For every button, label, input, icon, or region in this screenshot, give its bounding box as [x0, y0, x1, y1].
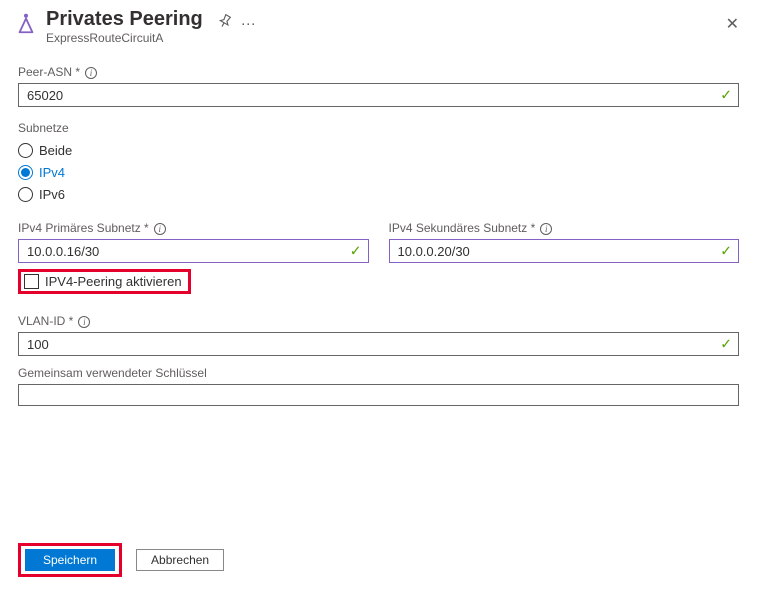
subnet-fields-row: IPv4 Primäres Subnetz i 10.0.0.16/30 ✓ I… [18, 211, 739, 263]
check-icon: ✓ [720, 87, 732, 104]
radio-both-label: Beide [39, 143, 72, 158]
title-group: Privates Peering ExpressRouteCircuitA [46, 8, 203, 45]
title-actions: ··· [217, 14, 256, 32]
shared-key-label: Gemeinsam verwendeter Schlüssel [18, 366, 739, 380]
radio-ipv6-label: IPv6 [39, 187, 65, 202]
primary-subnet-input[interactable]: 10.0.0.16/30 ✓ [18, 239, 369, 263]
secondary-subnet-input[interactable]: 10.0.0.20/30 ✓ [389, 239, 740, 263]
vlan-label: VLAN-ID [18, 314, 73, 328]
info-icon[interactable]: i [540, 223, 552, 235]
radio-ipv6[interactable]: IPv6 [18, 183, 739, 205]
info-icon[interactable]: i [85, 67, 97, 79]
secondary-label-row: IPv4 Sekundäres Subnetz i [389, 211, 740, 239]
peer-asn-value: 65020 [27, 88, 63, 103]
peer-asn-label: Peer-ASN [18, 65, 80, 79]
radio-ipv4[interactable]: IPv4 [18, 161, 739, 183]
save-button[interactable]: Speichern [25, 549, 115, 571]
peer-asn-input[interactable]: 65020 ✓ [18, 83, 739, 107]
info-icon[interactable]: i [78, 316, 90, 328]
vlan-value: 100 [27, 337, 49, 352]
vlan-label-row: VLAN-ID i [18, 304, 739, 332]
page-subtitle: ExpressRouteCircuitA [46, 31, 203, 45]
check-icon: ✓ [350, 243, 362, 260]
page-title: Privates Peering [46, 8, 203, 30]
peer-asn-label-row: Peer-ASN i [18, 55, 739, 83]
app-icon [12, 10, 40, 38]
more-icon[interactable]: ··· [241, 15, 256, 32]
enable-ipv4-label: IPV4-Peering aktivieren [45, 274, 182, 289]
check-icon: ✓ [720, 336, 732, 353]
primary-subnet-value: 10.0.0.16/30 [27, 244, 99, 259]
check-icon: ✓ [720, 243, 732, 260]
primary-label-row: IPv4 Primäres Subnetz i [18, 211, 369, 239]
close-icon[interactable]: ✕ [726, 14, 739, 34]
pin-icon[interactable] [213, 12, 234, 35]
info-icon[interactable]: i [154, 223, 166, 235]
radio-both[interactable]: Beide [18, 139, 739, 161]
secondary-subnet-value: 10.0.0.20/30 [398, 244, 470, 259]
cancel-button[interactable]: Abbrechen [136, 549, 224, 571]
blade-header: Privates Peering ExpressRouteCircuitA ··… [0, 0, 757, 49]
radio-ipv4-label: IPv4 [39, 165, 65, 180]
secondary-subnet-label: IPv4 Sekundäres Subnetz [389, 221, 536, 235]
enable-ipv4-checkbox[interactable] [24, 274, 39, 289]
footer-actions: Speichern Abbrechen [18, 543, 224, 577]
shared-key-input[interactable] [18, 384, 739, 406]
save-highlight: Speichern [18, 543, 122, 577]
subnets-label: Subnetze [18, 121, 739, 135]
enable-ipv4-highlight: IPV4-Peering aktivieren [18, 269, 191, 294]
vlan-input[interactable]: 100 ✓ [18, 332, 739, 356]
primary-subnet-label: IPv4 Primäres Subnetz [18, 221, 149, 235]
